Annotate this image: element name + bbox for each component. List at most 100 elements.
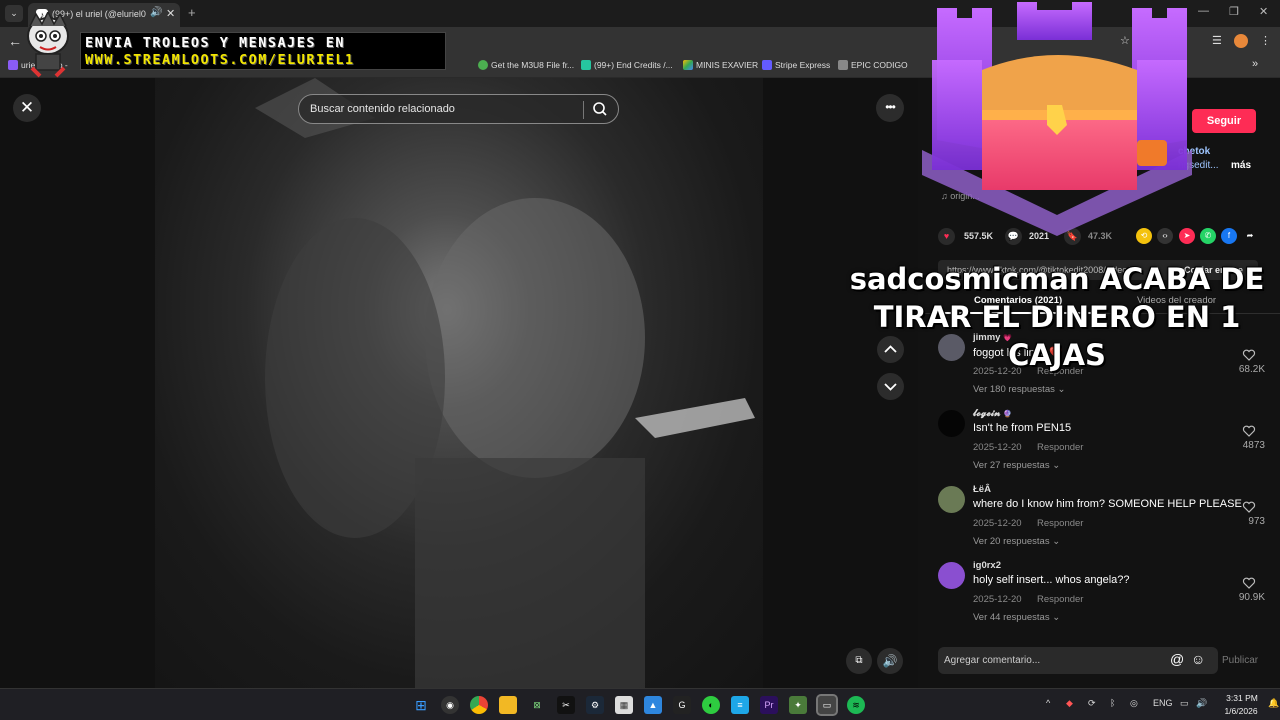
comment-date: 2025-12-20 [973,442,1022,453]
razer-icon[interactable]: ◐ [702,696,720,714]
view-replies-button[interactable]: Ver 44 respuestas ⌄ [973,612,1060,623]
spotify-icon[interactable]: ≋ [847,696,865,714]
description-more-link[interactable]: más [1231,160,1251,171]
restore-icon[interactable]: ❐ [1229,5,1239,18]
bluetooth-icon[interactable]: ᛒ [1110,698,1115,708]
video-frame-image [255,78,755,688]
donation-alert-text: sadcosmicman ACABA DE TIRAR EL DINERO EN… [849,262,1265,372]
comment-placeholder: Agregar comentario... [944,655,1041,666]
view-replies-button[interactable]: Ver 180 respuestas ⌄ [973,384,1065,395]
notepad-icon[interactable]: ≡ [731,696,749,714]
banner-line-1: ENVIA TROLEOS Y MENSAJES EN [85,35,345,51]
comment-text: Isn't he from PEN15 [973,422,1072,434]
search-divider [583,101,584,119]
view-replies-button[interactable]: Ver 27 respuestas ⌄ [973,460,1060,471]
bookmark-item[interactable]: MINIS EXAVIER [683,60,758,70]
tab-close-icon[interactable]: ✕ [166,7,175,20]
calculator-icon[interactable]: ▦ [615,696,633,714]
bookmarks-overflow-button[interactable]: » [1252,58,1258,70]
related-search-input[interactable]: Buscar contenido relacionado [298,94,619,124]
comment-like-count: 90.9K [1238,592,1265,603]
banner-line-2: WWW.STREAMLOOTS.COM/ELURIEL1 [85,52,355,68]
drive-icon [683,60,693,70]
comment-item: ig0rx2 holy self insert... whos angela??… [938,560,1268,636]
comment-text: where do I know him from? SOMEONE HELP P… [973,498,1242,510]
tray-sync-icon[interactable]: ⟳ [1088,698,1096,709]
photos-icon[interactable]: ▲ [644,696,662,714]
publish-comment-button[interactable]: Publicar [1222,655,1258,666]
reply-button[interactable]: Responder [1037,442,1083,453]
active-app-icon[interactable]: ▭ [816,694,838,716]
more-options-button[interactable]: ••• [876,94,904,122]
tab-list-chevron-icon[interactable]: ⌄ [5,5,23,22]
mention-at-icon[interactable]: @ [1170,651,1184,667]
comment-text: holy self insert... whos angela?? [973,574,1130,586]
windows-start-icon[interactable]: ⊞ [412,696,430,714]
search-placeholder: Buscar contenido relacionado [310,103,455,115]
file-explorer-icon[interactable] [499,696,517,714]
bookmark-favicon-icon [8,60,18,70]
bookmark-item[interactable]: (99+) End Credits /... [581,60,673,70]
notification-bell-icon[interactable]: 🔔 [1268,698,1279,709]
streamloots-banner: ENVIA TROLEOS Y MENSAJES EN WWW.STREAMLO… [80,32,446,70]
tray-overflow-chevron-icon[interactable]: ^ [1046,698,1050,708]
view-replies-button[interactable]: Ver 20 respuestas ⌄ [973,536,1060,547]
tab-audio-icon[interactable]: 🔊 [150,7,162,18]
avatar[interactable] [938,486,965,513]
treasure-chest-alert-icon [922,2,1192,236]
whatsapp-icon[interactable]: ✆ [1200,228,1216,244]
capcut-icon[interactable]: ✂ [557,696,575,714]
speaker-icon[interactable]: 🔊 [1196,698,1207,709]
emoji-icon[interactable]: ☺ [1191,651,1205,667]
avatar[interactable] [938,562,965,589]
video-player[interactable] [155,78,763,688]
search-icon[interactable] [591,100,609,118]
share-arrow-icon[interactable]: ➦ [1242,228,1258,244]
reading-list-icon[interactable]: ☰ [1212,34,1222,47]
comment-item: ŁëÂ where do I know him from? SOMEONE HE… [938,484,1268,560]
steam-icon[interactable]: ⚙ [586,696,604,714]
reply-button[interactable]: Responder [1037,518,1083,529]
picture-in-picture-icon[interactable]: ⧉ [846,648,872,674]
meta-icon [838,60,848,70]
clock-date[interactable]: 1/6/2026 [1218,706,1264,716]
comment-item: 𝓵𝓸𝓰𝓮𝓲𝓷 🔮 Isn't he from PEN15 2025-12-20 … [938,408,1268,484]
bookmark-item[interactable]: EPIC CODIGO [838,60,908,70]
comment-like-heart-icon[interactable] [1242,576,1256,590]
facebook-icon[interactable]: f [1221,228,1237,244]
comment-like-count: 973 [1248,516,1265,527]
add-comment-input[interactable]: Agregar comentario... @ ☺ [938,647,1218,674]
bookmark-item[interactable]: Stripe Express [762,60,830,70]
comment-date: 2025-12-20 [973,518,1022,529]
volume-icon[interactable]: 🔊 [877,648,903,674]
chrome-icon[interactable] [470,696,488,714]
language-indicator[interactable]: ENG [1153,698,1173,708]
xbox-icon[interactable]: ⊠ [528,696,546,714]
logitech-icon[interactable]: G [673,696,691,714]
close-video-button[interactable]: ✕ [13,94,41,122]
comment-like-heart-icon[interactable] [1242,500,1256,514]
tray-app2-icon[interactable]: ◎ [1130,698,1138,709]
tray-app-icon[interactable]: ◆ [1066,698,1073,709]
profile-avatar[interactable] [1234,34,1248,48]
comment-username[interactable]: ig0rx2 [973,560,1001,571]
game-icon[interactable]: ✦ [789,696,807,714]
bookmark-item[interactable]: Get the M3U8 File fr... [478,60,574,70]
avatar[interactable] [938,410,965,437]
obs-icon[interactable]: ◉ [441,696,459,714]
chevron-down-icon [884,383,897,391]
back-arrow-icon[interactable]: ← [8,33,22,49]
comment-like-count: 4873 [1242,440,1265,451]
browser-menu-icon[interactable]: ⋮ [1260,34,1271,47]
window-close-icon[interactable]: ✕ [1259,5,1268,18]
new-tab-button[interactable]: + [188,5,196,20]
premiere-icon[interactable]: Pr [760,696,778,714]
clock-time[interactable]: 3:31 PM [1222,693,1262,703]
reply-button[interactable]: Responder [1037,594,1083,605]
network-icon[interactable]: ▭ [1180,698,1189,709]
comment-username[interactable]: ŁëÂ [973,484,991,495]
next-video-button[interactable] [877,373,904,400]
comment-date: 2025-12-20 [973,594,1022,605]
comment-username[interactable]: 𝓵𝓸𝓰𝓮𝓲𝓷 🔮 [973,408,1012,419]
comment-like-heart-icon[interactable] [1242,424,1256,438]
